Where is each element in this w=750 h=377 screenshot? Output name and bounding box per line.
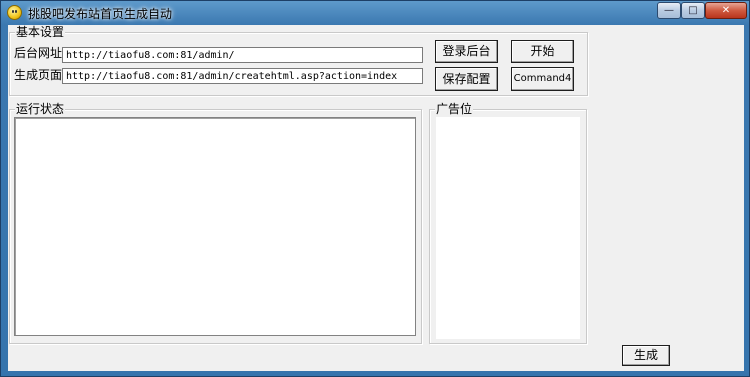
minimize-button[interactable]: — — [657, 2, 681, 19]
title-bar[interactable]: 挑股吧发布站首页生成自动 — □ ✕ — [1, 1, 750, 25]
smiley-icon — [7, 5, 22, 20]
command4-button[interactable]: Command4 — [511, 67, 574, 91]
client-area: 基本设置 后台网址: 生成页面: 登录后台 开始 保存配置 Command4 运… — [8, 25, 744, 371]
login-backend-button[interactable]: 登录后台 — [435, 40, 498, 63]
close-button[interactable]: ✕ — [705, 2, 747, 19]
run-status-legend: 运行状态 — [15, 102, 66, 116]
start-button[interactable]: 开始 — [511, 40, 574, 63]
backend-url-input[interactable] — [62, 47, 423, 63]
generate-button[interactable]: 生成 — [622, 345, 670, 366]
ad-legend: 广告位 — [435, 102, 474, 116]
maximize-button[interactable]: □ — [681, 2, 705, 19]
generate-page-label: 生成页面: — [14, 68, 67, 82]
basic-settings-group: 基本设置 — [9, 26, 588, 96]
backend-url-label: 后台网址: — [14, 46, 67, 60]
generate-page-input[interactable] — [62, 68, 423, 84]
app-window: 挑股吧发布站首页生成自动 — □ ✕ 基本设置 后台网址: 生成页面: 登录后台… — [0, 0, 750, 377]
save-config-button[interactable]: 保存配置 — [435, 67, 498, 91]
window-title: 挑股吧发布站首页生成自动 — [28, 7, 173, 21]
basic-settings-legend: 基本设置 — [15, 25, 66, 39]
run-status-textarea[interactable] — [14, 117, 416, 336]
ad-area — [436, 117, 580, 339]
